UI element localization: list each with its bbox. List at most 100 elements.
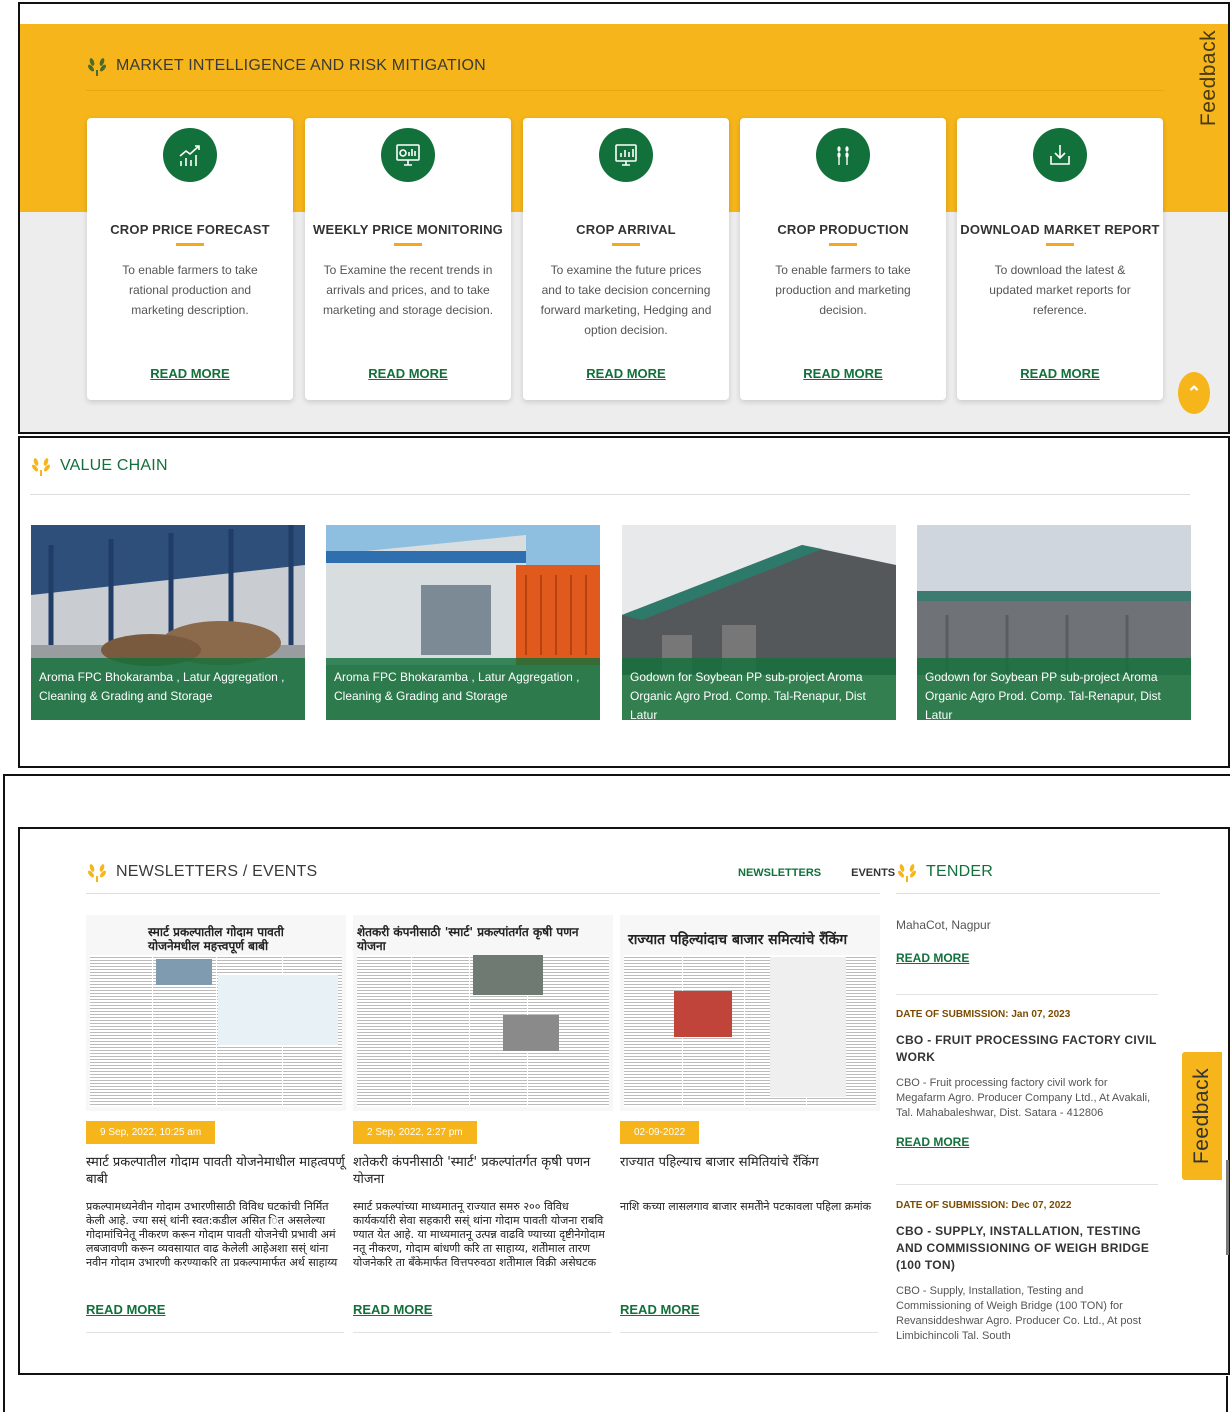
tab-newsletters[interactable]: NEWSLETTERS xyxy=(738,867,821,879)
clipping-column-gap xyxy=(744,955,745,1107)
value-chain-photo[interactable]: Aroma FPC Bhokaramba , Latur Aggregation… xyxy=(31,525,305,720)
submission-date: DATE OF SUBMISSION: Dec 07, 2022 xyxy=(896,1200,1072,1211)
newsletter-item: स्मार्ट प्रकल्पातील गोदाम पावती योजनेमधी… xyxy=(86,915,346,1333)
tender-description: CBO - Supply, Installation, Testing and … xyxy=(896,1285,1142,1342)
tender-item: DATE OF SUBMISSION: Dec 07, 2022 CBO - S… xyxy=(896,1200,1158,1344)
value-chain-photo[interactable]: Aroma FPC Bhokaramba , Latur Aggregation… xyxy=(326,525,600,720)
presentation-board-icon xyxy=(599,128,653,182)
feature-card-crop-production: CROP PRODUCTION To enable farmers to tak… xyxy=(740,118,946,400)
card-title: CROP PRODUCTION xyxy=(777,222,909,237)
feedback-label: Feedback xyxy=(1190,1067,1214,1165)
clipping-column-gap xyxy=(152,955,153,1107)
section-header: TENDER xyxy=(896,860,993,884)
card-description: To download the latest & updated market … xyxy=(989,263,1131,317)
divider xyxy=(896,994,1158,995)
card-description: To enable farmers to take production and… xyxy=(775,263,911,317)
read-more-link[interactable]: READ MORE xyxy=(896,951,1158,965)
card-description: To examine the future prices and to take… xyxy=(540,263,712,337)
tender-item: DATE OF SUBMISSION: Jan 07, 2023 CBO - F… xyxy=(896,1009,1158,1149)
feature-card-crop-arrival: CROP ARRIVAL To examine the future price… xyxy=(523,118,729,400)
clipping-headline: शेतकरी कंपनीसाठी 'स्मार्ट' प्रकल्पांतर्ग… xyxy=(357,925,579,953)
scroll-to-top-button[interactable]: ⌃ xyxy=(1178,372,1210,414)
divider xyxy=(86,1332,344,1333)
newsletter-summary: नाशि कच्या लासलगाव बाजार समतेीने पटकावला… xyxy=(620,1200,872,1213)
laurel-icon xyxy=(896,860,918,884)
read-more-link[interactable]: READ MORE xyxy=(896,1135,1158,1149)
feedback-tab[interactable]: Feedback xyxy=(1182,1052,1222,1180)
chart-growth-icon xyxy=(163,128,217,182)
section-title: VALUE CHAIN xyxy=(60,457,168,474)
feedback-label: Feedback xyxy=(1197,29,1221,127)
photo-caption: Godown for Soybean PP sub-project Aroma … xyxy=(917,658,1191,720)
newspaper-clipping-image[interactable]: राज्यात पहिल्यांदाच बाजार समित्यांचे रँक… xyxy=(620,915,880,1111)
section-header: VALUE CHAIN xyxy=(30,454,168,478)
laurel-icon xyxy=(86,54,108,78)
title-underline xyxy=(1046,243,1074,246)
read-more-link[interactable]: READ MORE xyxy=(305,366,511,381)
divider xyxy=(620,1332,878,1333)
title-underline xyxy=(394,243,422,246)
card-title: CROP ARRIVAL xyxy=(576,222,676,237)
monitor-chart-icon xyxy=(381,128,435,182)
read-more-link[interactable]: READ MORE xyxy=(740,366,946,381)
title-underline xyxy=(612,243,640,246)
clipping-photo xyxy=(503,1015,559,1051)
divider xyxy=(86,893,880,894)
card-title: WEEKLY PRICE MONITORING xyxy=(313,222,503,237)
laurel-icon xyxy=(30,454,52,478)
photo-caption: Godown for Soybean PP sub-project Aroma … xyxy=(622,658,896,720)
title-underline xyxy=(829,243,857,246)
download-tray-icon xyxy=(1033,128,1087,182)
feedback-tab[interactable]: Feedback xyxy=(1190,14,1228,142)
value-chain-photo[interactable]: Godown for Soybean PP sub-project Aroma … xyxy=(622,525,896,720)
divider xyxy=(30,494,1190,495)
screenshot-frame xyxy=(1226,1376,1228,1412)
section-header: MARKET INTELLIGENCE AND RISK MITIGATION xyxy=(86,54,486,78)
card-description: To Examine the recent trends in arrivals… xyxy=(322,263,494,317)
wheat-icon xyxy=(816,128,870,182)
photo-caption: Aroma FPC Bhokaramba , Latur Aggregation… xyxy=(326,658,600,720)
card-description: To enable farmers to take rational produ… xyxy=(122,263,258,317)
feature-card-crop-price-forecast: CROP PRICE FORECAST To enable farmers to… xyxy=(87,118,293,400)
divider xyxy=(353,1332,611,1333)
double-chevron-up-icon: ⌃ xyxy=(1186,382,1202,403)
newsletter-title: राज्यात पहिल्याच बाजार समितियांचे रँकिंग xyxy=(620,1155,819,1170)
clipping-photo xyxy=(674,991,732,1037)
newsletter-item: राज्यात पहिल्यांदाच बाजार समित्यांचे रँक… xyxy=(620,915,880,1333)
clipping-photo xyxy=(473,955,543,995)
newsletter-tabs: NEWSLETTERS EVENTS xyxy=(738,867,895,879)
newsletter-summary: स्मार्ट प्रकल्पांच्या माध्यमातनू राज्यात… xyxy=(353,1200,605,1269)
tender-item: MahaCot, Nagpur READ MORE xyxy=(896,918,1158,965)
date-badge: 2 Sep, 2022, 2:27 pm xyxy=(353,1121,477,1144)
read-more-link[interactable]: READ MORE xyxy=(620,1302,699,1317)
date-badge: 02-09-2022 xyxy=(620,1121,700,1144)
newsletter-title: शतेकरी कंपनीसाठी 'स्मार्ट' प्रकल्पांतर्ग… xyxy=(353,1155,591,1187)
card-title: CROP PRICE FORECAST xyxy=(110,222,270,237)
date-badge: 9 Sep, 2022, 10:25 am xyxy=(86,1121,216,1144)
read-more-link[interactable]: READ MORE xyxy=(87,366,293,381)
clipping-headline: राज्यात पहिल्यांदाच बाजार समित्यांचे रँक… xyxy=(628,932,848,948)
feature-card-download-market-report: DOWNLOAD MARKET REPORT To download the l… xyxy=(957,118,1163,400)
divider xyxy=(896,1184,1158,1185)
read-more-link[interactable]: READ MORE xyxy=(353,1302,432,1317)
tab-events[interactable]: EVENTS xyxy=(851,867,895,879)
clipping-column-gap xyxy=(216,955,217,1107)
newspaper-clipping-image[interactable]: शेतकरी कंपनीसाठी 'स्मार्ट' प्रकल्पांतर्ग… xyxy=(353,915,613,1111)
section-title: NEWSLETTERS / EVENTS xyxy=(116,863,318,880)
read-more-link[interactable]: READ MORE xyxy=(86,1302,165,1317)
tender-title: CBO - FRUIT PROCESSING FACTORY CIVIL WOR… xyxy=(896,1033,1157,1064)
scrollbar[interactable] xyxy=(1226,1160,1229,1255)
read-more-link[interactable]: READ MORE xyxy=(957,366,1163,381)
clipping-column-gap xyxy=(469,955,470,1107)
clipping-photo xyxy=(156,959,212,985)
tender-description: MahaCot, Nagpur xyxy=(896,918,991,932)
divider xyxy=(896,893,1160,894)
divider xyxy=(86,90,1164,91)
newspaper-clipping-image[interactable]: स्मार्ट प्रकल्पातील गोदाम पावती योजनेमधी… xyxy=(86,915,346,1111)
clipping-column-gap xyxy=(411,955,412,1107)
title-underline xyxy=(176,243,204,246)
value-chain-photo[interactable]: Godown for Soybean PP sub-project Aroma … xyxy=(917,525,1191,720)
section-title: MARKET INTELLIGENCE AND RISK MITIGATION xyxy=(116,57,486,74)
feature-card-weekly-price-monitoring: WEEKLY PRICE MONITORING To Examine the r… xyxy=(305,118,511,400)
read-more-link[interactable]: READ MORE xyxy=(523,366,729,381)
